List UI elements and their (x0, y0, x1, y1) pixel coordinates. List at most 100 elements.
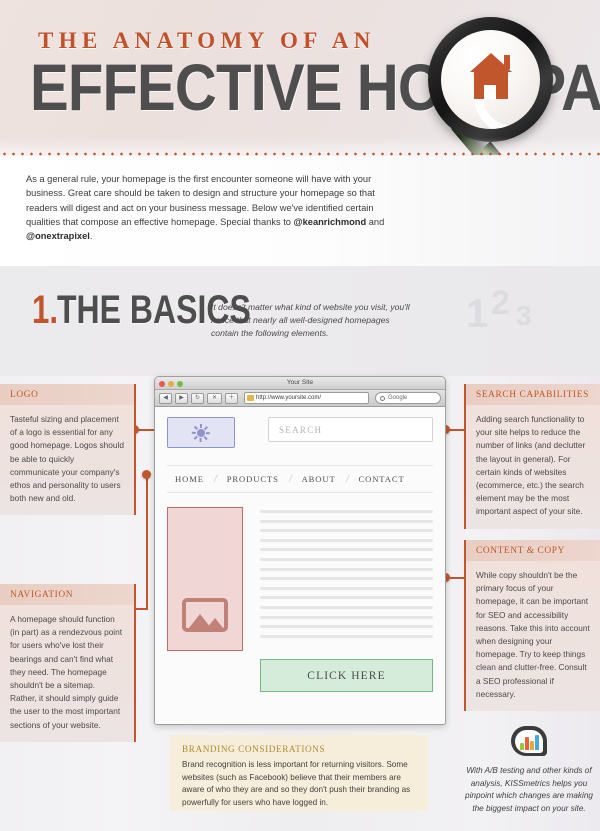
text-line (260, 577, 433, 581)
connector-nav-vertical (146, 474, 148, 609)
sun-ray (200, 437, 202, 442)
sun-ray (205, 431, 210, 434)
browser-search-box[interactable]: Google (375, 392, 441, 404)
text-line (260, 538, 433, 542)
branding-title: BRANDING CONSIDERATIONS (182, 744, 326, 754)
browser-mockup: Your Site ◀ ▶ ↻ ✕ ＋ http://www.yoursite.… (154, 376, 446, 725)
text-line (260, 596, 433, 600)
kissmetrics-bar-chart-icon (520, 735, 539, 750)
callout-card-navigation: NAVIGATION A homepage should function (i… (0, 584, 136, 742)
browser-window-title: Your Site (286, 379, 314, 386)
text-line (260, 586, 433, 590)
browser-titlebar: Your Site (155, 377, 445, 390)
text-line (260, 567, 433, 571)
decorative-number-2: 2 (491, 284, 510, 322)
text-line (260, 548, 433, 552)
house-roof (470, 53, 512, 72)
image-placeholder-icon (182, 598, 228, 632)
site-search-input[interactable]: SEARCH (268, 417, 433, 442)
address-bar[interactable]: http://www.yoursite.com/ (244, 392, 369, 404)
text-line (260, 615, 433, 619)
kiss-bar-green (520, 743, 524, 750)
nav-separator: / (344, 473, 350, 485)
site-search-placeholder: SEARCH (279, 424, 323, 435)
kissmetrics-footer: With A/B testing and other kinds of anal… (462, 726, 596, 815)
nav-item-contact[interactable]: CONTACT (358, 474, 404, 484)
search-icon (380, 395, 385, 401)
nav-item-products[interactable]: PRODUCTS (227, 474, 279, 484)
card-title-search-capabilities: SEARCH CAPABILITIES (466, 384, 600, 405)
kiss-bar-yellow (530, 741, 534, 750)
connector-nav-dot (142, 470, 151, 479)
text-line (260, 634, 433, 638)
image-mountain-small (207, 618, 223, 628)
decorative-number-1: 1 (466, 292, 489, 336)
address-bar-url: http://www.yoursite.com/ (256, 395, 322, 401)
intro-handle-keanrichmond: @keanrichmond (293, 216, 367, 227)
stop-button[interactable]: ✕ (207, 392, 222, 404)
site-header: SEARCH (167, 417, 433, 448)
sun-logo-icon (191, 423, 210, 442)
nav-item-about[interactable]: ABOUT (302, 474, 336, 484)
kissmetrics-cloud-logo-icon (511, 726, 547, 758)
kissmetrics-caption: With A/B testing and other kinds of anal… (465, 766, 593, 813)
forward-button[interactable]: ▶ (175, 392, 188, 404)
decorative-number-3: 3 (516, 300, 532, 331)
branding-body: Brand recognition is less important for … (182, 760, 411, 807)
text-line (260, 510, 433, 513)
card-title-logo: LOGO (0, 384, 134, 405)
text-line (260, 625, 433, 629)
section-number: 1. (32, 288, 59, 332)
header-banner: THE ANATOMY OF AN EFFECTIVE HOMEPAGE (0, 0, 600, 155)
click-here-button[interactable]: CLICK HERE (260, 659, 433, 692)
sun-ray (200, 423, 202, 428)
site-hero-image-placeholder (167, 507, 243, 651)
nav-separator: / (287, 473, 293, 485)
branding-considerations-panel: BRANDING CONSIDERATIONS Brand recognitio… (170, 735, 428, 811)
back-button[interactable]: ◀ (159, 392, 172, 404)
callout-card-search-capabilities: SEARCH CAPABILITIES Adding search functi… (464, 384, 600, 529)
kiss-bar-blue (535, 735, 539, 750)
add-bookmark-button[interactable]: ＋ (225, 392, 238, 404)
sun-ray (191, 431, 196, 434)
magnifying-glass-icon (400, 0, 600, 155)
text-line (260, 557, 433, 561)
infographic-page: THE ANATOMY OF AN EFFECTIVE HOMEPAGE As … (0, 0, 600, 831)
reload-button[interactable]: ↻ (191, 392, 204, 404)
intro-paragraph: As a general rule, your homepage is the … (26, 172, 394, 243)
sun-ray (203, 435, 208, 440)
browser-toolbar: ◀ ▶ ↻ ✕ ＋ http://www.yoursite.com/ Googl… (155, 390, 445, 407)
intro-text-end: . (89, 231, 93, 242)
house-icon (470, 53, 512, 99)
nav-separator: / (212, 473, 218, 485)
intro-handle-onextrapixel: @onextrapixel (26, 231, 90, 242)
site-copy-lines (260, 507, 433, 651)
text-line (260, 605, 433, 609)
search-engine-label: Google (388, 395, 408, 401)
card-body-content-copy: While copy shouldn't be the primary focu… (466, 561, 600, 712)
card-title-navigation: NAVIGATION (0, 584, 134, 605)
text-line (260, 519, 433, 523)
favicon-icon (247, 395, 254, 401)
card-body-logo: Tasteful sizing and placement of a logo … (0, 405, 134, 516)
callout-card-content-copy: CONTENT & COPY While copy shouldn't be t… (464, 540, 600, 712)
connector-logo-line (136, 429, 156, 431)
sun-ray (203, 425, 208, 430)
decorative-numbers: 1 2 3 (466, 284, 576, 344)
click-here-label: CLICK HERE (307, 669, 386, 682)
kiss-bar-orange (525, 737, 529, 750)
card-body-search-capabilities: Adding search functionality to your site… (466, 405, 600, 529)
callout-card-logo: LOGO Tasteful sizing and placement of a … (0, 384, 136, 516)
site-navigation: HOME / PRODUCTS / ABOUT / CONTACT (167, 465, 433, 493)
website-viewport: SEARCH HOME / PRODUCTS / ABOUT / CONTACT (155, 407, 445, 724)
sun-ray (194, 425, 199, 430)
connector-nav-line (136, 608, 148, 610)
house-door (484, 85, 496, 99)
kissmetrics-cloud-inner (515, 730, 543, 753)
card-body-navigation: A homepage should function (in part) as … (0, 605, 134, 742)
nav-item-home[interactable]: HOME (175, 474, 204, 484)
site-content-area (167, 507, 433, 651)
card-title-content-copy: CONTENT & COPY (466, 540, 600, 561)
site-logo[interactable] (167, 417, 235, 448)
sun-ray (194, 435, 199, 440)
